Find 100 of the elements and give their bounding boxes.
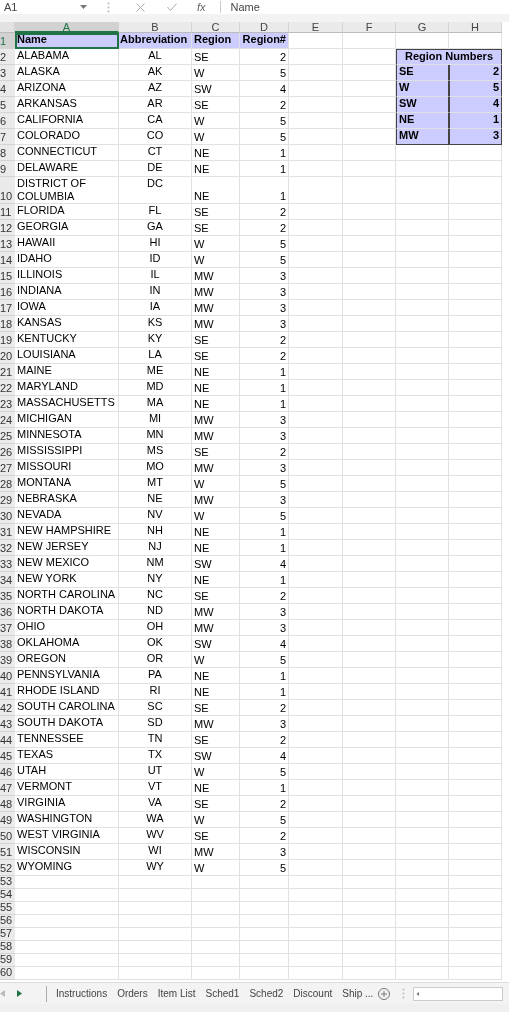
- row-header[interactable]: 27: [0, 460, 15, 476]
- horizontal-scrollbar[interactable]: [413, 986, 504, 1001]
- table-cell[interactable]: MARYLAND: [15, 380, 119, 396]
- table-cell[interactable]: 2: [240, 796, 289, 812]
- table-cell[interactable]: SW: [192, 81, 240, 97]
- table-cell[interactable]: CA: [119, 113, 192, 129]
- table-cell[interactable]: MISSISSIPPI: [15, 444, 119, 460]
- table-cell[interactable]: [449, 860, 502, 876]
- table-cell[interactable]: 5: [240, 476, 289, 492]
- table-cell[interactable]: [192, 941, 240, 954]
- table-cell[interactable]: [449, 780, 502, 796]
- table-cell[interactable]: [289, 177, 343, 204]
- table-cell[interactable]: 1: [240, 396, 289, 412]
- table-cell[interactable]: KY: [119, 332, 192, 348]
- table-cell[interactable]: [449, 700, 502, 716]
- table-cell[interactable]: [192, 876, 240, 889]
- table-cell[interactable]: [289, 252, 343, 268]
- table-cell[interactable]: 1: [240, 572, 289, 588]
- table-cell[interactable]: [396, 396, 449, 412]
- row-header[interactable]: 18: [0, 316, 15, 332]
- row-header[interactable]: 47: [0, 780, 15, 796]
- table-cell[interactable]: NE: [192, 572, 240, 588]
- table-cell[interactable]: INDIANA: [15, 284, 119, 300]
- row-header[interactable]: 25: [0, 428, 15, 444]
- table-cell[interactable]: [396, 572, 449, 588]
- table-cell[interactable]: [15, 915, 119, 928]
- row-header[interactable]: 17: [0, 300, 15, 316]
- table-cell[interactable]: ME: [119, 364, 192, 380]
- table-cell[interactable]: [449, 604, 502, 620]
- table-cell[interactable]: [289, 129, 343, 145]
- table-cell[interactable]: [449, 915, 502, 928]
- table-cell[interactable]: 2: [240, 97, 289, 113]
- table-cell[interactable]: W: [192, 812, 240, 828]
- table-cell[interactable]: [289, 860, 343, 876]
- table-cell[interactable]: NEW YORK: [15, 572, 119, 588]
- table-cell[interactable]: [192, 954, 240, 967]
- table-cell[interactable]: IDAHO: [15, 252, 119, 268]
- table-cell[interactable]: [289, 145, 343, 161]
- table-cell[interactable]: RI: [119, 684, 192, 700]
- table-cell[interactable]: NH: [119, 524, 192, 540]
- row-header[interactable]: 37: [0, 620, 15, 636]
- add-sheet-icon[interactable]: [378, 987, 391, 1000]
- table-cell[interactable]: 3: [240, 460, 289, 476]
- row-header[interactable]: 20: [0, 348, 15, 364]
- table-cell[interactable]: [449, 928, 502, 941]
- table-cell[interactable]: [396, 748, 449, 764]
- table-cell[interactable]: [343, 572, 396, 588]
- table-cell[interactable]: LA: [119, 348, 192, 364]
- table-cell[interactable]: [240, 941, 289, 954]
- table-cell[interactable]: [289, 97, 343, 113]
- table-cell[interactable]: SE: [192, 828, 240, 844]
- table-cell[interactable]: [396, 444, 449, 460]
- table-cell[interactable]: [289, 316, 343, 332]
- table-cell[interactable]: [449, 316, 502, 332]
- table-cell[interactable]: LOUISIANA: [15, 348, 119, 364]
- table-cell[interactable]: [343, 748, 396, 764]
- row-header[interactable]: 46: [0, 764, 15, 780]
- row-header[interactable]: 14: [0, 252, 15, 268]
- table-cell[interactable]: MS: [119, 444, 192, 460]
- table-cell[interactable]: NEVADA: [15, 508, 119, 524]
- table-cell[interactable]: ND: [119, 604, 192, 620]
- table-cell[interactable]: MW: [192, 412, 240, 428]
- table-cell[interactable]: Abbreviation: [119, 33, 192, 49]
- table-cell[interactable]: NC: [119, 588, 192, 604]
- row-header[interactable]: 2: [0, 49, 15, 65]
- table-cell[interactable]: ARKANSAS: [15, 97, 119, 113]
- scroll-left-icon[interactable]: [0, 990, 5, 997]
- table-cell[interactable]: [396, 460, 449, 476]
- table-cell[interactable]: KENTUCKY: [15, 332, 119, 348]
- table-cell[interactable]: [343, 380, 396, 396]
- table-cell[interactable]: [449, 748, 502, 764]
- table-cell[interactable]: SE: [192, 348, 240, 364]
- table-cell[interactable]: NORTH DAKOTA: [15, 604, 119, 620]
- table-cell[interactable]: NY: [119, 572, 192, 588]
- table-cell[interactable]: [343, 540, 396, 556]
- column-header[interactable]: F: [343, 22, 396, 33]
- table-cell[interactable]: [343, 177, 396, 204]
- table-cell[interactable]: [343, 967, 396, 980]
- table-cell[interactable]: FLORIDA: [15, 204, 119, 220]
- table-cell[interactable]: [119, 889, 192, 902]
- row-header[interactable]: 40: [0, 668, 15, 684]
- table-cell[interactable]: 4: [240, 636, 289, 652]
- table-cell[interactable]: GA: [119, 220, 192, 236]
- dropdown-caret-icon[interactable]: [80, 5, 87, 9]
- table-cell[interactable]: OREGON: [15, 652, 119, 668]
- table-cell[interactable]: NE: [119, 492, 192, 508]
- table-cell[interactable]: [289, 204, 343, 220]
- table-cell[interactable]: 5: [240, 652, 289, 668]
- table-cell[interactable]: [396, 604, 449, 620]
- row-header[interactable]: 39: [0, 652, 15, 668]
- table-cell[interactable]: [396, 348, 449, 364]
- row-header[interactable]: 32: [0, 540, 15, 556]
- table-cell[interactable]: [192, 928, 240, 941]
- table-cell[interactable]: [449, 348, 502, 364]
- table-cell[interactable]: [119, 902, 192, 915]
- name-box[interactable]: A1: [0, 0, 80, 16]
- table-cell[interactable]: [396, 860, 449, 876]
- table-cell[interactable]: NE: [192, 145, 240, 161]
- table-cell[interactable]: [289, 524, 343, 540]
- table-cell[interactable]: [343, 828, 396, 844]
